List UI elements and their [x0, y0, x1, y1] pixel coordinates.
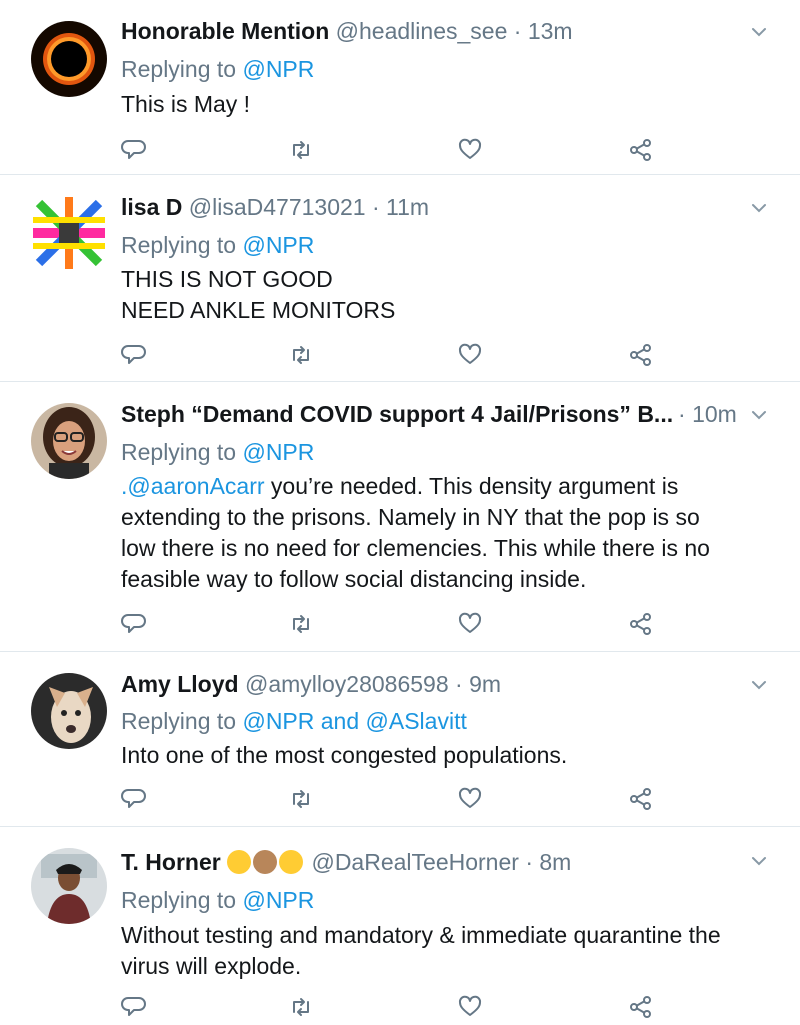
expressionless-face-emoji: [279, 850, 304, 874]
tweet-text-line: Into one of the most congested populatio…: [121, 742, 568, 768]
user-name[interactable]: Steph “Demand COVID support 4 Jail/Priso…: [121, 401, 673, 427]
heart-icon[interactable]: [457, 137, 483, 163]
tweet-text: This is May !: [121, 89, 781, 120]
reply-icon[interactable]: [121, 611, 147, 637]
replying-to-label: Replying to: [121, 887, 237, 913]
separator: ·: [678, 401, 686, 427]
avatar[interactable]: [31, 673, 107, 749]
user-name[interactable]: lisa D: [121, 194, 182, 220]
reply-icon[interactable]: [121, 342, 147, 368]
timestamp[interactable]: 9m: [469, 671, 501, 697]
replying-to-link[interactable]: @NPR: [242, 56, 314, 82]
tweet[interactable]: Honorable Mention @headlines_see · 13m R…: [0, 0, 800, 175]
tweet-text-line: extending to the prisons. Namely in NY t…: [121, 504, 700, 530]
tweet-text-line: low there is no need for clemencies. Thi…: [121, 535, 710, 561]
user-handle[interactable]: @amylloy28086598: [245, 671, 449, 697]
action-bar: [0, 994, 800, 1024]
tweet-text-fragment: you’re needed. This density argument is: [264, 473, 679, 499]
tweet-text-line: feasible way to follow social distancing…: [121, 566, 587, 592]
replying-to-link[interactable]: @NPR and @ASlavitt: [242, 708, 466, 734]
user-name[interactable]: Honorable Mention: [121, 18, 329, 44]
timestamp[interactable]: 11m: [386, 194, 429, 220]
reply-icon[interactable]: [121, 137, 147, 163]
replying-to-label: Replying to: [121, 56, 237, 82]
replying-to: Replying to @NPR: [121, 52, 314, 86]
timestamp[interactable]: 10m: [692, 401, 737, 427]
tweet-text-line: virus will explode.: [121, 953, 302, 979]
chevron-down-icon[interactable]: [750, 199, 768, 217]
replying-to-link[interactable]: @NPR: [242, 887, 314, 913]
replying-to-label: Replying to: [121, 708, 237, 734]
tweet[interactable]: T. Horner @DaRealTeeHorner · 8m Replying…: [0, 827, 800, 1025]
mention-link[interactable]: .@aaronAcarr: [121, 473, 265, 499]
tweet-text: Without testing and mandatory & immediat…: [121, 920, 781, 982]
chevron-down-icon[interactable]: [750, 406, 768, 424]
avatar[interactable]: [31, 21, 107, 97]
retweet-icon[interactable]: [288, 342, 314, 368]
share-icon[interactable]: [628, 137, 654, 163]
timestamp[interactable]: 8m: [539, 849, 571, 875]
user-handle[interactable]: @DaRealTeeHorner: [311, 849, 518, 875]
tweet-text: Into one of the most congested populatio…: [121, 740, 781, 771]
zany-face-emoji: [227, 850, 252, 874]
replying-to-label: Replying to: [121, 232, 237, 258]
share-icon[interactable]: [628, 994, 654, 1020]
retweet-icon[interactable]: [288, 994, 314, 1020]
replying-to-link[interactable]: @NPR: [242, 232, 314, 258]
reply-icon[interactable]: [121, 994, 147, 1020]
tweet-text-line: THIS IS NOT GOOD: [121, 266, 333, 292]
tweet-text: .@aaronAcarr you’re needed. This density…: [121, 471, 781, 595]
separator: ·: [371, 194, 380, 220]
tweet-text-line: Without testing and mandatory & immediat…: [121, 922, 721, 948]
chevron-down-icon[interactable]: [750, 852, 768, 870]
replying-to-link[interactable]: @NPR: [242, 439, 314, 465]
replying-to: Replying to @NPR: [121, 435, 314, 469]
replying-to: Replying to @NPR: [121, 228, 314, 262]
share-icon[interactable]: [628, 342, 654, 368]
avatar[interactable]: [31, 403, 107, 479]
tweet-text-line: This is May !: [121, 91, 251, 117]
replying-to: Replying to @NPR and @ASlavitt: [121, 704, 467, 738]
tweet-text-line: .@aaronAcarr you’re needed. This density…: [121, 471, 781, 502]
tweet[interactable]: Amy Lloyd @amylloy28086598 · 9m Replying…: [0, 652, 800, 827]
heart-icon[interactable]: [457, 342, 483, 368]
separator: ·: [455, 671, 463, 697]
tweet-text-line: NEED ANKLE MONITORS: [121, 297, 396, 323]
replying-to: Replying to @NPR: [121, 883, 314, 917]
tweet[interactable]: lisa D @lisaD47713021 · 11m Replying to …: [0, 175, 800, 382]
retweet-icon[interactable]: [288, 611, 314, 637]
action-bar: [0, 611, 800, 641]
user-name[interactable]: Amy Lloyd: [121, 671, 239, 697]
separator: ·: [525, 849, 533, 875]
avatar[interactable]: [31, 848, 107, 924]
tweet-text: THIS IS NOT GOOD NEED ANKLE MONITORS: [121, 264, 781, 326]
chevron-down-icon[interactable]: [750, 23, 768, 41]
retweet-icon[interactable]: [288, 137, 314, 163]
separator: ·: [513, 18, 522, 44]
action-bar: [0, 786, 800, 816]
action-bar: [0, 137, 800, 167]
timestamp[interactable]: 13m: [528, 18, 573, 44]
replying-to-label: Replying to: [121, 439, 237, 465]
action-bar: [0, 342, 800, 372]
user-name[interactable]: T. Horner: [121, 849, 221, 875]
heart-icon[interactable]: [457, 994, 483, 1020]
share-icon[interactable]: [628, 786, 654, 812]
heart-icon[interactable]: [457, 611, 483, 637]
reply-icon[interactable]: [121, 786, 147, 812]
tweet[interactable]: Steph “Demand COVID support 4 Jail/Priso…: [0, 382, 800, 652]
share-icon[interactable]: [628, 611, 654, 637]
chevron-down-icon[interactable]: [750, 676, 768, 694]
retweet-icon[interactable]: [288, 786, 314, 812]
cookie-emoji: [253, 850, 278, 874]
heart-icon[interactable]: [457, 786, 483, 812]
user-handle[interactable]: @lisaD47713021: [189, 194, 366, 220]
user-handle[interactable]: @headlines_see: [336, 18, 508, 44]
avatar[interactable]: [31, 195, 107, 271]
